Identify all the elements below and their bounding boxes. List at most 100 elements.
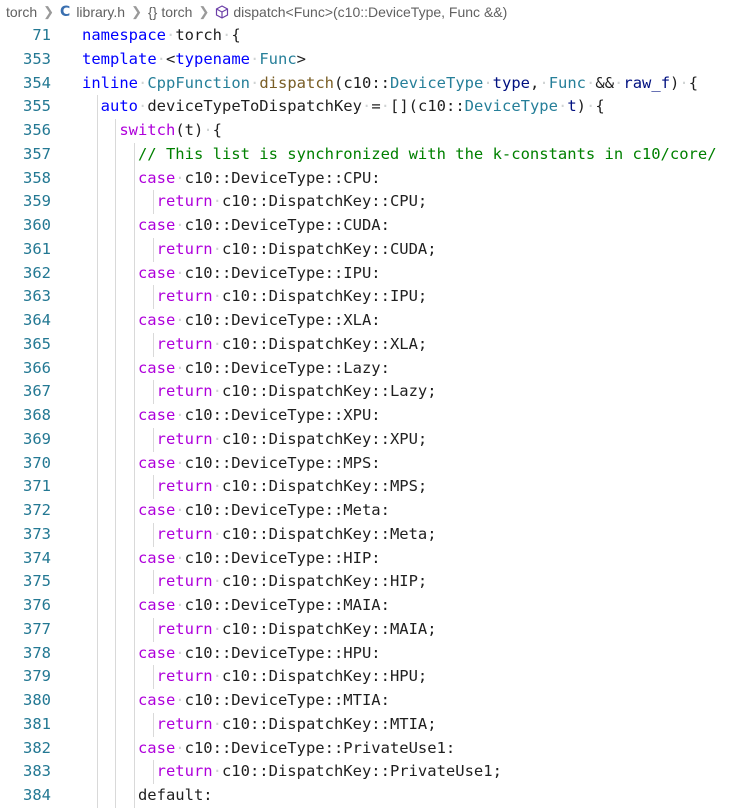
code-line[interactable]: 363 return·c10::DispatchKey::IPU; [0,285,729,309]
indent-guide [96,522,98,547]
code-line[interactable]: 372 case·c10::DeviceType::Meta: [0,499,729,523]
code-line[interactable]: 360 case·c10::DeviceType::CUDA: [0,214,729,238]
whitespace-dot: · [212,287,222,306]
whitespace-dot: · [586,97,596,116]
code-token: CppFunction [147,73,250,92]
line-number: 381 [23,714,51,733]
indent-guide [133,332,135,357]
indent-guide [115,736,117,761]
code-line[interactable]: 356 switch(t)·{ [0,119,729,143]
indent-guide [96,166,98,191]
line-number: 361 [23,239,51,258]
whitespace-dot: · [212,477,222,496]
line-number: 379 [23,667,51,686]
whitespace-dot: · [557,97,568,116]
code-line[interactable]: 369 return·c10::DispatchKey::XPU; [0,427,729,452]
code-line[interactable]: 382 case·c10::DeviceType::PrivateUse1: [0,736,729,761]
code-line[interactable]: 365 return·c10::DispatchKey::XLA; [0,332,729,357]
code-line[interactable]: 380 case·c10::DeviceType::MTIA: [0,689,729,713]
indent-guide [115,641,117,666]
code-editor[interactable]: 71 namespace·torch·{353 template·<typename… [0,24,729,808]
line-number: 374 [23,548,51,567]
whitespace-dot: · [212,572,222,591]
code-token: { [595,97,605,116]
code-line[interactable]: 355 auto·deviceTypeToDispatchKey·=·[](c10… [0,95,729,119]
code-line[interactable]: 359 return·c10::DispatchKey::CPU; [0,190,729,214]
code-line[interactable]: 378 case·c10::DeviceType::HPU: [0,641,729,666]
code-line[interactable]: 373 return·c10::DispatchKey::Meta; [0,522,729,547]
indent-guide [115,142,117,167]
code-token: return [156,714,213,733]
code-line[interactable]: 362 case·c10::DeviceType::IPU: [0,261,729,286]
code-token: c10::DispatchKey::MAIA; [221,619,437,638]
code-line[interactable]: 366 case·c10::DeviceType::Lazy: [0,356,729,381]
code-token: inline [82,73,138,92]
code-line[interactable]: 358 case·c10::DeviceType::CPU: [0,166,729,191]
indent-guide [152,760,154,784]
code-line[interactable]: 364 case·c10::DeviceType::XLA: [0,309,729,333]
code-line[interactable]: 381 return·c10::DispatchKey::MTIA; [0,712,729,737]
indent-guide [115,309,117,333]
code-text: return·c10::DispatchKey::CPU; [157,190,428,214]
indent-guide [96,190,98,214]
indent-guide [115,712,117,737]
breadcrumb-item-function[interactable]: dispatch<Func>(c10::DeviceType, Func &&) [233,4,507,20]
indent-guide [152,522,154,547]
code-line[interactable]: 370 case·c10::DeviceType::MPS: [0,451,729,476]
indent-guide [152,617,154,642]
code-line[interactable]: 371 return·c10::DispatchKey::MPS; [0,475,729,499]
code-line[interactable]: 368 case·c10::DeviceType::XPU: [0,404,729,428]
breadcrumb-item-namespace[interactable]: torch [161,4,192,20]
code-token: { [688,73,699,92]
code-line[interactable]: 376 case·c10::DeviceType::MAIA: [0,594,729,618]
code-text: return·c10::DispatchKey::Meta; [157,523,437,547]
code-line[interactable]: 377 return·c10::DispatchKey::MAIA; [0,617,729,642]
code-token: > [296,49,307,68]
code-line[interactable]: 375 return·c10::DispatchKey::HIP; [0,570,729,594]
code-line[interactable]: 354 inline·CppFunction·dispatch(c10::Devi… [0,72,729,96]
code-token: return [156,524,213,543]
line-number: 71 [32,26,51,44]
whitespace-dot: · [212,192,222,211]
whitespace-dot: · [203,121,213,139]
breadcrumb-item-file[interactable]: library.h [76,4,125,20]
code-line[interactable]: 367 return·c10::DispatchKey::Lazy; [0,380,729,404]
indent-guide [133,784,135,808]
code-token: c10::DispatchKey::HPU; [221,667,428,686]
indent-guide [115,119,117,143]
indent-guide [115,380,117,404]
line-number: 354 [23,73,51,92]
indent-guide [133,522,135,547]
indent-guide [115,404,117,428]
whitespace-dot: · [175,453,185,472]
code-line[interactable]: 379 return·c10::DispatchKey::HPU; [0,665,729,689]
whitespace-dot: · [212,334,222,353]
indent-guide [115,475,117,499]
indent-guide [133,166,135,191]
code-line[interactable]: 384 default: [0,784,729,808]
line-number: 365 [23,334,51,353]
whitespace-dot: · [250,49,260,68]
code-line[interactable]: 383 return·c10::DispatchKey::PrivateUse1; [0,760,729,784]
code-text: case·c10::DeviceType::CPU: [138,167,381,191]
indent-guide [133,380,135,404]
indent-guide [96,475,98,499]
code-line[interactable]: 353 template·<typename·Func> [0,48,729,72]
code-text: case·c10::DeviceType::Lazy: [138,357,390,381]
code-line[interactable]: 361 return·c10::DispatchKey::CUDA; [0,237,729,262]
code-line[interactable]: 71 namespace·torch·{ [0,24,729,48]
code-token: , [530,73,540,92]
indent-guide [96,546,98,571]
code-token: return [156,239,213,258]
breadcrumb-item-folder[interactable]: torch [6,4,37,20]
code-line[interactable]: 357 // This list is synchronized with the… [0,142,729,167]
line-number: 382 [23,738,51,757]
indent-guide [152,712,154,737]
whitespace-dot: · [483,73,493,92]
line-number: 378 [23,643,51,662]
whitespace-dot: · [175,406,185,424]
whitespace-dot: · [175,596,185,614]
code-line[interactable]: 374 case·c10::DeviceType::HIP: [0,546,729,571]
line-number: 380 [23,691,51,709]
code-token: case [137,596,176,614]
